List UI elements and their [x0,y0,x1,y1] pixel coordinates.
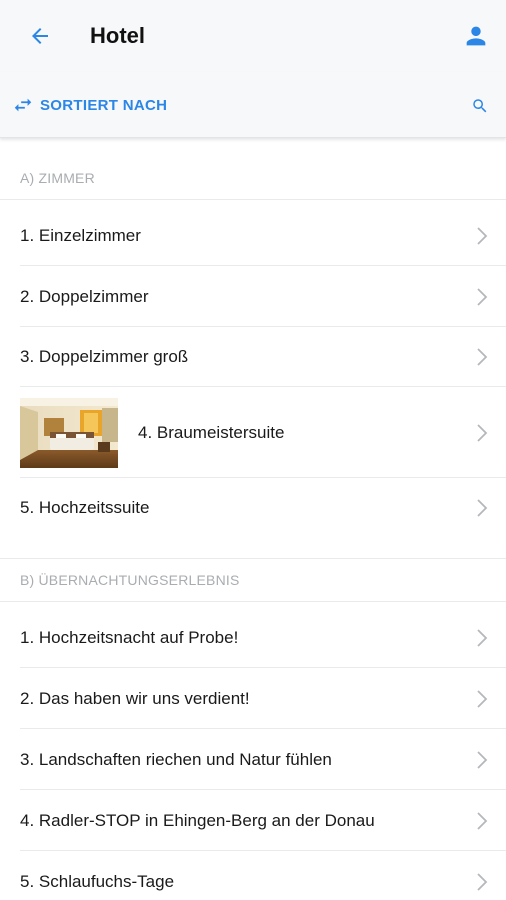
list-item[interactable]: 3. Doppelzimmer groß [0,327,506,387]
list-item-label: 1. Hochzeitsnacht auf Probe! [20,627,239,647]
chevron-right-icon [477,628,488,647]
sort-button[interactable]: SORTIERT NACH [12,91,167,119]
list-item[interactable]: 2. Doppelzimmer [0,266,506,327]
chevron-right-icon [477,423,488,442]
list-item-label: 3. Doppelzimmer groß [20,347,189,366]
search-button[interactable] [466,92,494,120]
chevron-right-icon [477,750,488,769]
profile-button[interactable] [458,18,494,54]
list-item[interactable]: 5. Schlaufuchs-Tage [0,851,506,900]
sort-label: SORTIERT NACH [40,96,168,114]
list-item-label: 2. Doppelzimmer [20,286,149,306]
list-item-label: 4. Braumeistersuite [138,422,285,442]
person-icon [466,26,486,46]
chevron-right-icon [477,287,488,306]
section-header-zimmer: A) ZIMMER [0,156,506,200]
chevron-right-icon [477,499,488,517]
list-item-label: 4. Radler-STOP in Ehingen-Berg an der Do… [20,810,375,830]
chevron-right-icon [477,811,488,830]
list-item[interactable]: 4. Radler-STOP in Ehingen-Berg an der Do… [0,790,506,851]
list-item[interactable]: 1. Einzelzimmer [0,205,506,266]
list-item[interactable]: 3. Landschaften riechen und Natur fühlen [0,729,506,790]
list-item-label: 2. Das haben wir uns verdient! [20,688,250,708]
list-item-label: 3. Landschaften riechen und Natur fühlen [20,749,332,769]
room-thumbnail-image [20,397,118,468]
app-bar: Hotel [0,0,506,72]
search-icon [473,99,487,113]
chevron-right-icon [477,689,488,708]
list-item[interactable]: 2. Das haben wir uns verdient! [0,668,506,729]
back-button[interactable] [22,20,58,52]
list-item-label: 5. Hochzeitssuite [20,498,150,517]
section-header-uebernachtungserlebnis: B) ÜBERNACHTUNGSERLEBNIS [0,558,506,602]
list-item-label: 5. Schlaufuchs-Tage [20,871,175,891]
sort-bar: SORTIERT NACH [0,72,506,138]
page-title: Hotel [90,23,145,48]
chevron-right-icon [477,226,488,245]
list-item-with-image[interactable]: 4. Braumeistersuite [0,387,506,478]
swap-arrows-icon [14,98,32,112]
list-item-label: 1. Einzelzimmer [20,225,141,245]
chevron-right-icon [477,872,488,891]
list-item[interactable]: 5. Hochzeitssuite [0,478,506,538]
list-item[interactable]: 1. Hochzeitsnacht auf Probe! [0,607,506,668]
chevron-right-icon [477,348,488,366]
arrow-left-icon [32,28,48,44]
